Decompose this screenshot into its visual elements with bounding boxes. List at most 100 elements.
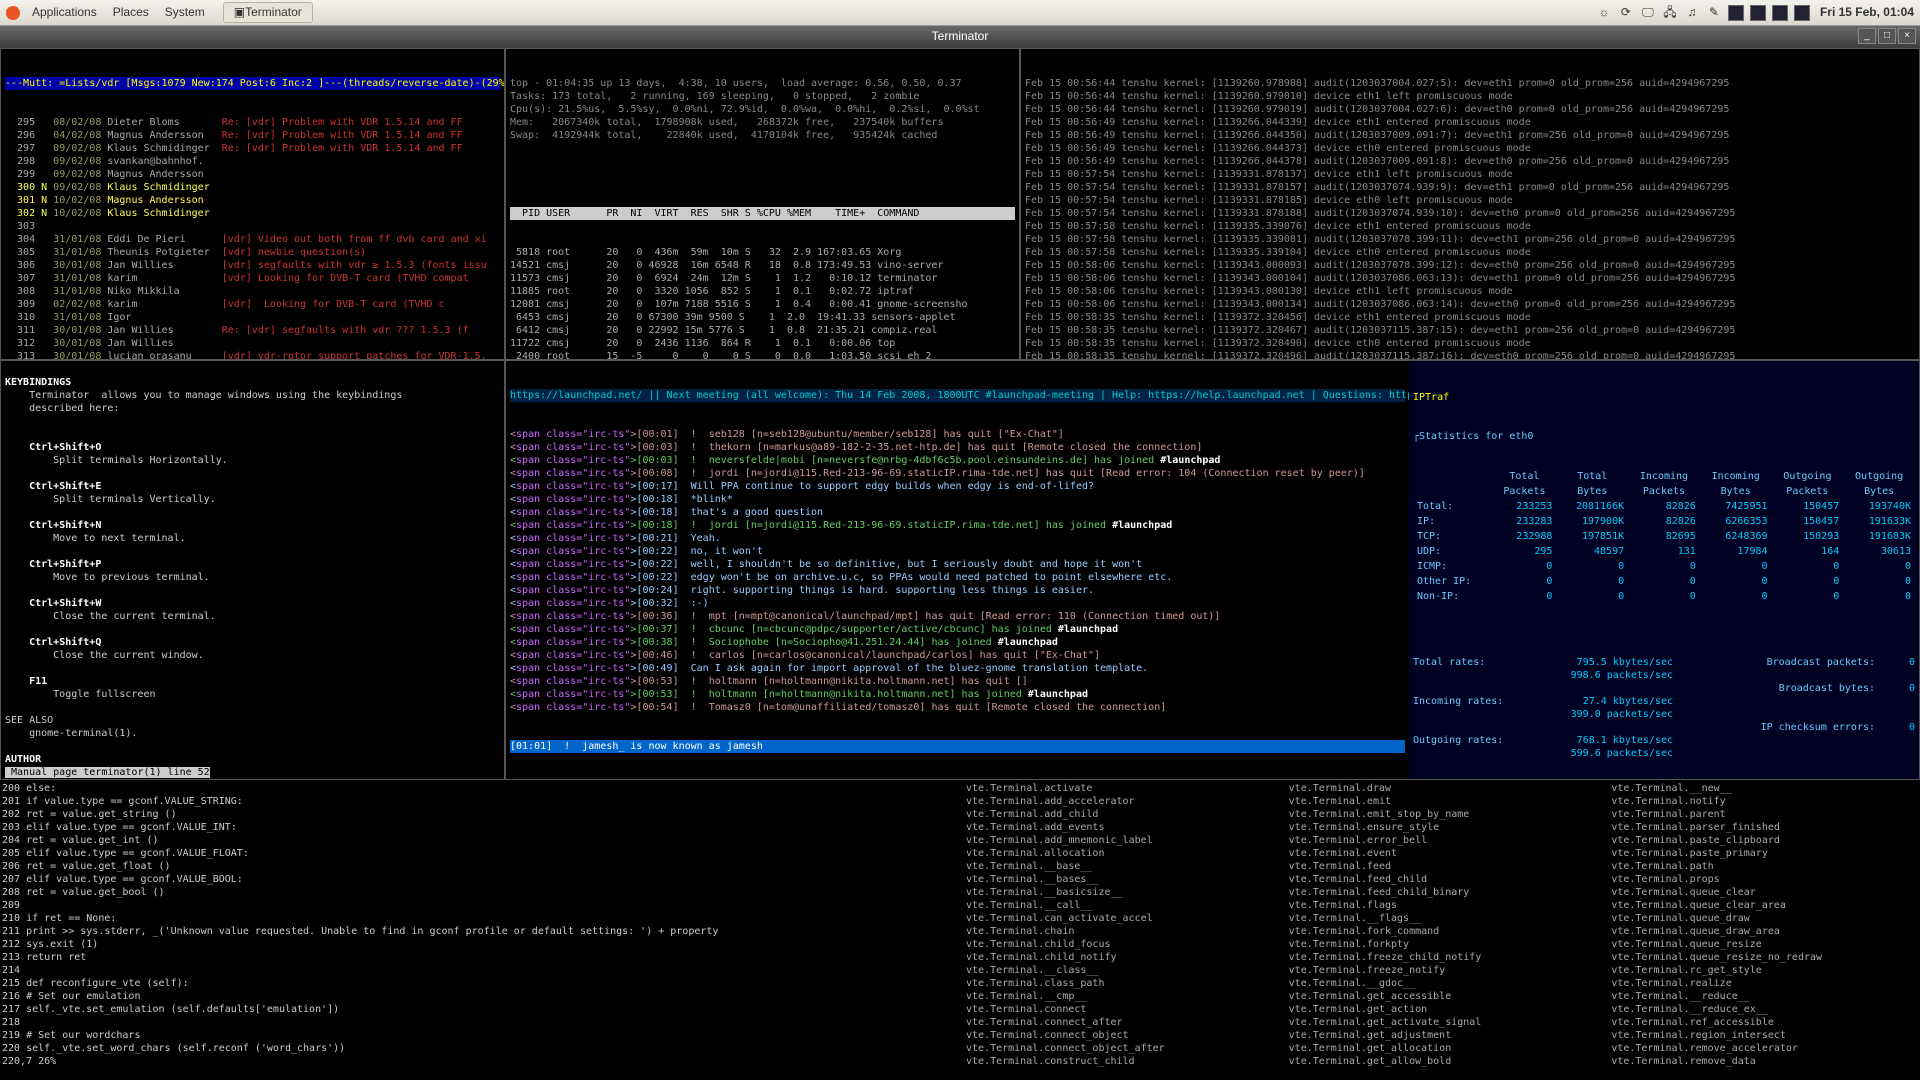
completion-item: vte.Terminal.parser_finished (1611, 821, 1914, 834)
ubuntu-logo-icon (6, 6, 20, 20)
mutt-row[interactable]: 296 04/02/08 Magnus Andersson Re: [vdr] … (5, 129, 500, 142)
mutt-row[interactable]: 295 08/02/08 Dieter Bloms Re: [vdr] Prob… (5, 116, 500, 129)
mutt-row[interactable]: 300 N 09/02/08 Klaus Schmidinger (5, 181, 500, 194)
irc-line: <span class="irc-ts">[00:08] ! jordi [n=… (510, 467, 1405, 480)
completion-item: vte.Terminal.get_allocation (1289, 1042, 1592, 1055)
net-graph-icon[interactable] (1772, 5, 1788, 21)
code-line: 207 elif value.type == gconf.VALUE_BOOL: (2, 873, 958, 886)
code-line: 218 (2, 1016, 958, 1029)
top-process-row: 11722 cmsj 20 0 2436 1136 864 R 1 0.1 0:… (510, 337, 1015, 350)
completion-item: vte.Terminal.get_activate_signal (1289, 1016, 1592, 1029)
completion-item: vte.Terminal.child_notify (966, 951, 1269, 964)
menu-applications[interactable]: Applications (24, 5, 105, 21)
irc-line: <span class="irc-ts">[00:03] ! thekorn [… (510, 441, 1405, 454)
tray-icon[interactable]: 🖧 (1662, 5, 1678, 21)
irc-line: <span class="irc-ts">[00:36] ! mpt [n=mp… (510, 610, 1405, 623)
code-line: 220 self._vte.set_word_chars (self.recon… (2, 1042, 958, 1055)
mutt-row[interactable]: 299 09/02/08 Magnus Andersson (5, 168, 500, 181)
tray-icon[interactable]: ☼ (1596, 5, 1612, 21)
mutt-row[interactable]: 307 31/01/08 karim [vdr] Looking for DVB… (5, 272, 500, 285)
tray-icon[interactable]: ♫ (1684, 5, 1700, 21)
mutt-row[interactable]: 305 31/01/08 Theunis Potgieter [vdr] new… (5, 246, 500, 259)
mutt-row[interactable]: 297 09/02/08 Klaus Schmidinger Re: [vdr]… (5, 142, 500, 155)
irc-line: <span class="irc-ts">[00:03] ! neversfel… (510, 454, 1405, 467)
taskbar-terminator-button[interactable]: ▣ Terminator (223, 2, 313, 24)
disk-graph-icon[interactable] (1794, 5, 1810, 21)
tray-icon[interactable]: ✎ (1706, 5, 1722, 21)
code-line: 214 (2, 964, 958, 977)
completion-item: vte.Terminal.add_mnemonic_label (966, 834, 1269, 847)
completion-item: vte.Terminal.forkpty (1289, 938, 1592, 951)
terminal-irssi[interactable]: https://launchpad.net/ || Next meeting (… (506, 361, 1409, 779)
terminal-manpage[interactable]: KEYBINDINGS Terminator allows you to man… (0, 360, 505, 780)
tray-icon[interactable]: 🖵 (1640, 5, 1656, 21)
completion-item: vte.Terminal.__gdoc__ (1289, 977, 1592, 990)
irc-line: <span class="irc-ts">[00:18] *blink* (510, 493, 1405, 506)
irc-line: <span class="irc-ts">[00:22] no, it won'… (510, 545, 1405, 558)
completion-item: vte.Terminal.fork_command (1289, 925, 1592, 938)
top-process-row: 6412 cmsj 20 0 22992 15m 5776 S 1 0.8 21… (510, 324, 1015, 337)
terminal-top[interactable]: top - 01:04:35 up 13 days, 4:38, 10 user… (505, 48, 1020, 360)
irc-line: <span class="irc-ts">[00:49] Can I ask a… (510, 662, 1405, 675)
irc-line: <span class="irc-ts">[00:24] right. supp… (510, 584, 1405, 597)
code-line: 216 # Set our emulation (2, 990, 958, 1003)
irc-line: <span class="irc-ts">[00:53] ! holtmann … (510, 675, 1405, 688)
completion-item: vte.Terminal.__new__ (1611, 782, 1914, 795)
irc-line: <span class="irc-ts">[00:21] Yeah. (510, 532, 1405, 545)
code-line: 211 print >> sys.stderr, _('Unknown valu… (2, 925, 958, 938)
mutt-row[interactable]: 301 N 10/02/08 Magnus Andersson (5, 194, 500, 207)
window-maximize-button[interactable]: □ (1878, 28, 1896, 44)
code-line: 202 ret = value.get_string () (2, 808, 958, 821)
window-minimize-button[interactable]: _ (1858, 28, 1876, 44)
completion-item: vte.Terminal.get_accessible (1289, 990, 1592, 1003)
mutt-row[interactable]: 309 02/02/08 karim [vdr] Looking for DVB… (5, 298, 500, 311)
menu-places[interactable]: Places (105, 5, 157, 21)
completion-item: vte.Terminal.class_path (966, 977, 1269, 990)
mutt-row[interactable]: 311 30/01/08 Jan Willies Re: [vdr] segfa… (5, 324, 500, 337)
terminal-irc-wrap: https://launchpad.net/ || Next meeting (… (505, 360, 1920, 780)
mutt-row[interactable]: 308 31/01/08 Niko Mikkila (5, 285, 500, 298)
mutt-row[interactable]: 298 09/02/08 svankan@bahnhof. (5, 155, 500, 168)
terminal-kernlog[interactable]: Feb 15 00:56:44 tenshu kernel: [1139260.… (1020, 48, 1920, 360)
completion-item: vte.Terminal.parent (1611, 808, 1914, 821)
completion-item: vte.Terminal.add_child (966, 808, 1269, 821)
completion-item: vte.Terminal.connect_object (966, 1029, 1269, 1042)
terminal-mutt[interactable]: ---Mutt: =Lists/vdr [Msgs:1079 New:174 P… (0, 48, 505, 360)
completion-item: vte.Terminal.__base__ (966, 860, 1269, 873)
code-line: 203 elif value.type == gconf.VALUE_INT: (2, 821, 958, 834)
completion-item: vte.Terminal.ensure_style (1289, 821, 1592, 834)
completion-item: vte.Terminal.add_accelerator (966, 795, 1269, 808)
mutt-row[interactable]: 306 30/01/08 Jan Willies [vdr] segfaults… (5, 259, 500, 272)
completion-item: vte.Terminal.paste_clipboard (1611, 834, 1914, 847)
man-section: AUTHOR (5, 754, 41, 765)
terminal-vim[interactable]: 200 else:201 if value.type == gconf.VALU… (0, 780, 960, 1080)
completion-item: vte.Terminal.connect_object_after (966, 1042, 1269, 1055)
menu-system[interactable]: System (157, 5, 213, 21)
mutt-row[interactable]: 302 N 10/02/08 Klaus Schmidinger (5, 207, 500, 220)
tray-icon[interactable]: ⟳ (1618, 5, 1634, 21)
mutt-row[interactable]: 313 30/01/08 lucian orasanu [vdr] vdr-ro… (5, 350, 500, 360)
completion-item: vte.Terminal.add_events (966, 821, 1269, 834)
cpu-graph-icon[interactable] (1728, 5, 1744, 21)
mutt-row[interactable]: 312 30/01/08 Jan Willies (5, 337, 500, 350)
mutt-row[interactable]: 310 31/01/08 Igor (5, 311, 500, 324)
irc-line: <span class="irc-ts">[00:38] ! Sociophob… (510, 636, 1405, 649)
code-line: 213 return ret (2, 951, 958, 964)
top-process-row: 11885 root 20 0 3320 1056 852 S 1 0.1 0:… (510, 285, 1015, 298)
terminal-iptraf[interactable]: IPTraf ┌Statistics for eth0 TotalTotalIn… (1409, 361, 1919, 779)
completion-item: vte.Terminal.region_intersect (1611, 1029, 1914, 1042)
mutt-row[interactable]: 304 31/01/08 Eddi De Pieri [vdr] Video o… (5, 233, 500, 246)
mem-graph-icon[interactable] (1750, 5, 1766, 21)
irc-line: <span class="irc-ts">[00:18] that's a go… (510, 506, 1405, 519)
code-line: 208 ret = value.get_bool () (2, 886, 958, 899)
completion-item: vte.Terminal.queue_resize_no_redraw (1611, 951, 1914, 964)
terminal-python-dir[interactable]: vte.Terminal.activatevte.Terminal.add_ac… (960, 780, 1920, 1080)
completion-item: vte.Terminal.__basicsize__ (966, 886, 1269, 899)
window-close-button[interactable]: × (1898, 28, 1916, 44)
panel-clock[interactable]: Fri 15 Feb, 01:04 (1820, 5, 1914, 21)
mutt-row[interactable]: 303 (5, 220, 500, 233)
irc-topic: https://launchpad.net/ || Next meeting (… (510, 389, 1405, 402)
completion-item: vte.Terminal.__reduce__ (1611, 990, 1914, 1003)
irc-line: <span class="irc-ts">[00:18] ! jordi [n=… (510, 519, 1405, 532)
completion-item: vte.Terminal.event (1289, 847, 1592, 860)
